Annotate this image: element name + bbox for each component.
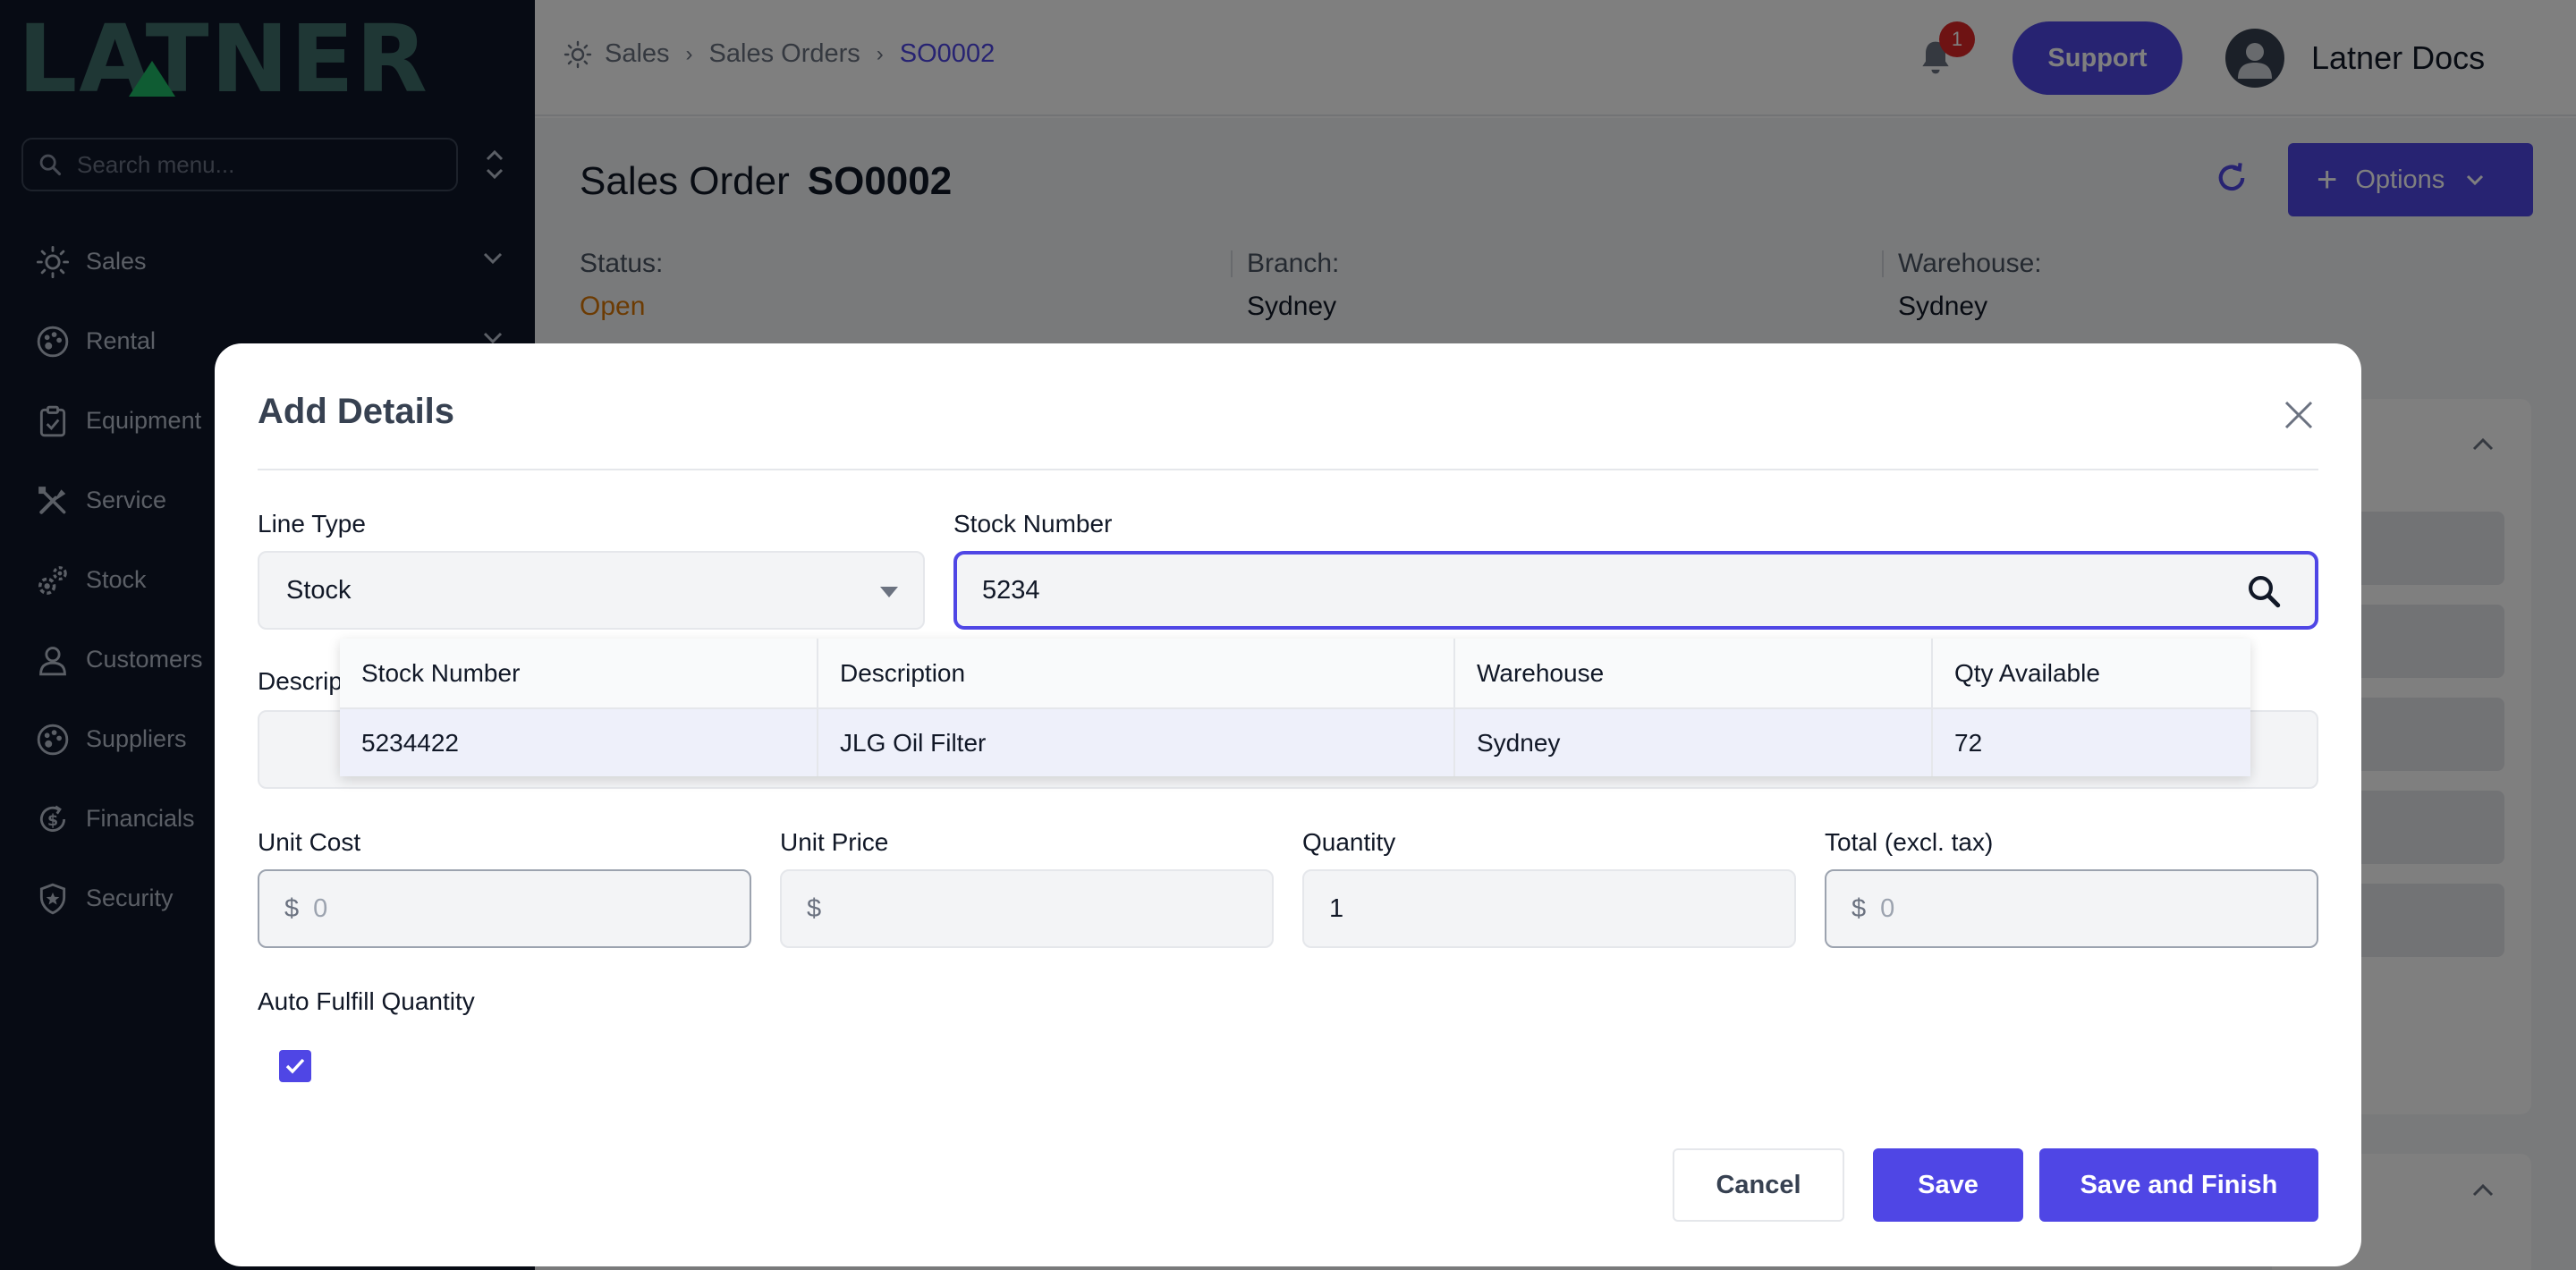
total-input	[1880, 893, 2292, 924]
currency-symbol: $	[1852, 893, 1867, 923]
currency-symbol: $	[284, 893, 300, 923]
table-row[interactable]: 5234422 JLG Oil Filter Sydney 72	[340, 708, 2250, 776]
save-and-finish-button[interactable]: Save and Finish	[2039, 1148, 2318, 1222]
cell-warehouse[interactable]: Sydney	[1454, 708, 1933, 776]
currency-symbol: $	[807, 893, 822, 923]
quantity-input[interactable]	[1329, 893, 1741, 924]
unit-price-label: Unit Price	[780, 828, 889, 856]
cell-description[interactable]: JLG Oil Filter	[818, 708, 1455, 776]
unit-cost-label: Unit Cost	[258, 828, 361, 856]
cancel-button[interactable]: Cancel	[1673, 1148, 1844, 1222]
results-header-row: Stock Number Description Warehouse Qty A…	[340, 639, 2250, 709]
stock-search-results: Stock Number Description Warehouse Qty A…	[340, 639, 2250, 776]
unit-cost-input[interactable]	[313, 893, 725, 924]
line-type-select[interactable]: Stock	[258, 551, 925, 630]
column-header[interactable]: Stock Number	[340, 639, 818, 709]
auto-fulfill-checkbox[interactable]	[279, 1050, 311, 1082]
column-header[interactable]: Warehouse	[1454, 639, 1933, 709]
line-type-label: Line Type	[258, 510, 366, 538]
column-header[interactable]: Qty Available	[1932, 639, 2250, 709]
total-field: $	[1825, 869, 2318, 948]
modal-divider	[258, 469, 2318, 470]
unit-cost-field: $	[258, 869, 751, 948]
total-label: Total (excl. tax)	[1825, 828, 1994, 856]
save-button[interactable]: Save	[1873, 1148, 2023, 1222]
column-header[interactable]: Description	[818, 639, 1455, 709]
stock-number-field	[953, 551, 2318, 630]
auto-fulfill-label: Auto Fulfill Quantity	[258, 987, 475, 1015]
stock-number-label: Stock Number	[953, 510, 1113, 538]
quantity-field	[1302, 869, 1796, 948]
unit-price-field: $	[780, 869, 1274, 948]
results-table: Stock Number Description Warehouse Qty A…	[340, 639, 2250, 776]
cell-qty-available[interactable]: 72	[1932, 708, 2250, 776]
add-details-modal: Add Details Line Type Stock Stock Number…	[215, 343, 2361, 1266]
quantity-label: Quantity	[1302, 828, 1396, 856]
line-type-value: Stock	[286, 575, 352, 605]
modal-title: Add Details	[258, 392, 455, 431]
close-icon[interactable]	[2281, 397, 2317, 433]
caret-down-icon	[880, 587, 898, 597]
check-icon	[285, 1058, 305, 1074]
search-icon[interactable]	[2245, 572, 2283, 610]
unit-price-input[interactable]	[835, 893, 1248, 924]
cell-stock-number[interactable]: 5234422	[340, 708, 818, 776]
stock-number-input[interactable]	[982, 575, 2145, 605]
